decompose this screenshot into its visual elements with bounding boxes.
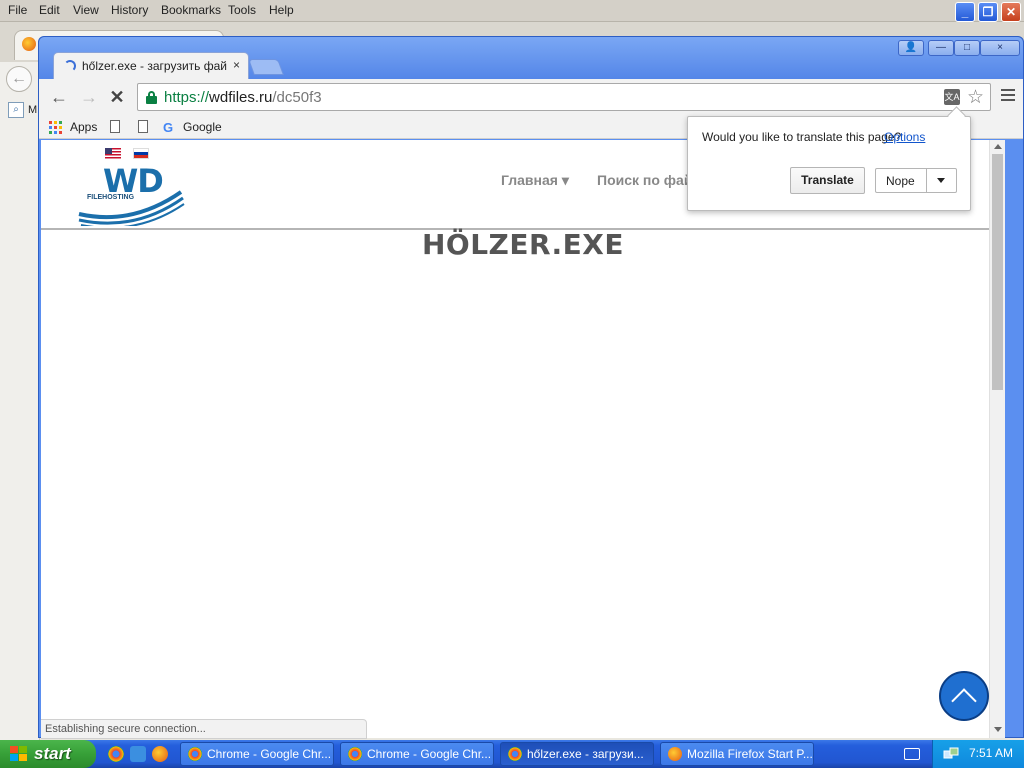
menu-edit[interactable]: Edit	[39, 3, 60, 17]
page-scrollbar[interactable]	[989, 140, 1005, 738]
quicklaunch-chrome-icon[interactable]	[108, 746, 124, 762]
task-label: Mozilla Firefox Start P...	[687, 747, 813, 761]
chrome-icon	[508, 747, 522, 761]
chrome-close-button[interactable]: ×	[980, 40, 1020, 56]
site-logo[interactable]: WD FILEHOSTING	[77, 162, 187, 226]
chrome-minimize-button[interactable]: —	[928, 40, 954, 56]
translate-options-link[interactable]: Options	[884, 130, 925, 144]
chrome-icon	[348, 747, 362, 761]
nope-button[interactable]: Nope	[875, 168, 957, 193]
translate-button[interactable]: Translate	[790, 167, 865, 194]
nav-file-search[interactable]: Поиск по фай	[597, 172, 692, 188]
menu-view[interactable]: View	[73, 3, 99, 17]
firefox-search-icon[interactable]: ⌕	[8, 102, 24, 118]
taskbar-item-chrome-2[interactable]: Chrome - Google Chr...	[340, 742, 494, 766]
taskbar-item-firefox[interactable]: Mozilla Firefox Start P...	[660, 742, 814, 766]
google-icon: G	[163, 120, 174, 135]
russian-flag-icon[interactable]	[133, 148, 149, 159]
firefox-icon	[668, 747, 682, 761]
chrome-icon	[188, 747, 202, 761]
network-icon[interactable]	[943, 746, 959, 762]
quicklaunch-ie-icon[interactable]	[130, 746, 146, 762]
system-tray: 7:51 AM	[932, 740, 1024, 768]
taskbar-item-holzer[interactable]: hőlzer.exe - загрузи...	[500, 742, 654, 766]
firefox-icon	[22, 37, 36, 51]
apps-icon[interactable]	[49, 121, 63, 135]
bookmark-apps[interactable]: Apps	[70, 120, 97, 134]
nope-divider	[926, 169, 927, 192]
stop-icon[interactable]: ✕	[105, 87, 129, 107]
tab-close-icon[interactable]: ×	[233, 58, 240, 72]
logo-subtext: FILEHOSTING	[87, 194, 135, 201]
bookmark-star-icon[interactable]: ☆	[967, 86, 984, 109]
menu-bookmarks[interactable]: Bookmarks	[161, 3, 221, 17]
tab-title: hőlzer.exe - загрузить файл	[82, 59, 227, 73]
task-label: Chrome - Google Chr...	[207, 747, 332, 761]
page-title: HÖLZER.EXE	[421, 228, 625, 261]
start-button[interactable]: start	[0, 740, 96, 768]
menu-history[interactable]: History	[111, 3, 148, 17]
start-label: start	[34, 744, 71, 763]
forward-arrow-icon[interactable]: →	[77, 87, 101, 107]
logo-swoosh-icon	[78, 190, 185, 226]
nav-home[interactable]: Главная ▾	[501, 172, 569, 189]
back-arrow-icon[interactable]: ←	[47, 87, 71, 107]
firefox-minimize-button[interactable]: _	[955, 2, 975, 22]
url-host: wdfiles.ru	[209, 89, 273, 106]
dropdown-caret-icon[interactable]	[937, 178, 945, 183]
english-flag-icon[interactable]	[105, 148, 121, 159]
translate-icon[interactable]: 文A	[944, 89, 960, 105]
firefox-restore-button[interactable]: ❐	[978, 2, 998, 22]
task-label: Chrome - Google Chr...	[367, 747, 492, 761]
chrome-tab-active[interactable]: hőlzer.exe - загрузить файл ×	[53, 52, 249, 80]
address-url: https://wdfiles.ru/dc50f3	[164, 89, 322, 106]
secure-lock-icon	[146, 91, 157, 104]
chrome-menu-icon[interactable]	[1001, 89, 1015, 103]
url-path: /dc50f3	[272, 89, 322, 106]
menu-help[interactable]: Help	[269, 3, 294, 17]
firefox-menubar: File Edit View History Bookmarks Tools H…	[0, 0, 1024, 22]
url-scheme: https://	[164, 89, 210, 106]
scroll-down-arrow-icon[interactable]	[994, 727, 1002, 732]
scroll-to-top-button[interactable]	[939, 671, 989, 721]
loading-spinner-icon	[64, 60, 76, 72]
firefox-toolbar-strip	[0, 62, 40, 740]
bookmark-page-icon[interactable]	[110, 120, 120, 133]
firefox-back-icon[interactable]: ←	[6, 66, 32, 92]
chrome-maximize-button[interactable]: □	[954, 40, 980, 56]
page-content: WD FILEHOSTING Главная ▾ Поиск по фай HÖ…	[41, 140, 1005, 739]
translate-question: Would you like to translate this page?	[702, 130, 902, 144]
keyboard-icon[interactable]	[904, 748, 920, 760]
address-bar[interactable]: https://wdfiles.ru/dc50f3 文A ☆	[137, 83, 991, 111]
menu-tools[interactable]: Tools	[228, 3, 256, 17]
firefox-bookmark-item[interactable]: M	[28, 104, 37, 116]
status-bubble: Establishing secure connection...	[41, 719, 367, 739]
task-label: hőlzer.exe - загрузи...	[527, 747, 644, 761]
scroll-thumb[interactable]	[992, 154, 1003, 390]
nope-label: Nope	[886, 174, 915, 188]
clock[interactable]: 7:51 AM	[969, 746, 1013, 760]
taskbar-item-chrome-1[interactable]: Chrome - Google Chr...	[180, 742, 334, 766]
chrome-toolbar: ← → ✕ https://wdfiles.ru/dc50f3 文A ☆	[39, 79, 1023, 115]
quicklaunch-firefox-icon[interactable]	[152, 746, 168, 762]
menu-file[interactable]: File	[8, 3, 27, 17]
bookmark-page-icon-2[interactable]	[138, 120, 148, 133]
bookmark-google[interactable]: Google	[183, 120, 222, 134]
chrome-user-button[interactable]: 👤	[898, 40, 924, 56]
scroll-up-arrow-icon[interactable]	[994, 144, 1002, 149]
translate-popup: Would you like to translate this page? O…	[687, 116, 971, 211]
chrome-tabstrip: 👤 — □ × hőlzer.exe - загрузить файл ×	[39, 37, 1023, 80]
windows-logo-icon	[10, 746, 28, 762]
firefox-close-button[interactable]: ✕	[1001, 2, 1021, 22]
taskbar: start Chrome - Google Chr... Chrome - Go…	[0, 740, 1024, 768]
new-tab-button[interactable]	[248, 59, 284, 75]
